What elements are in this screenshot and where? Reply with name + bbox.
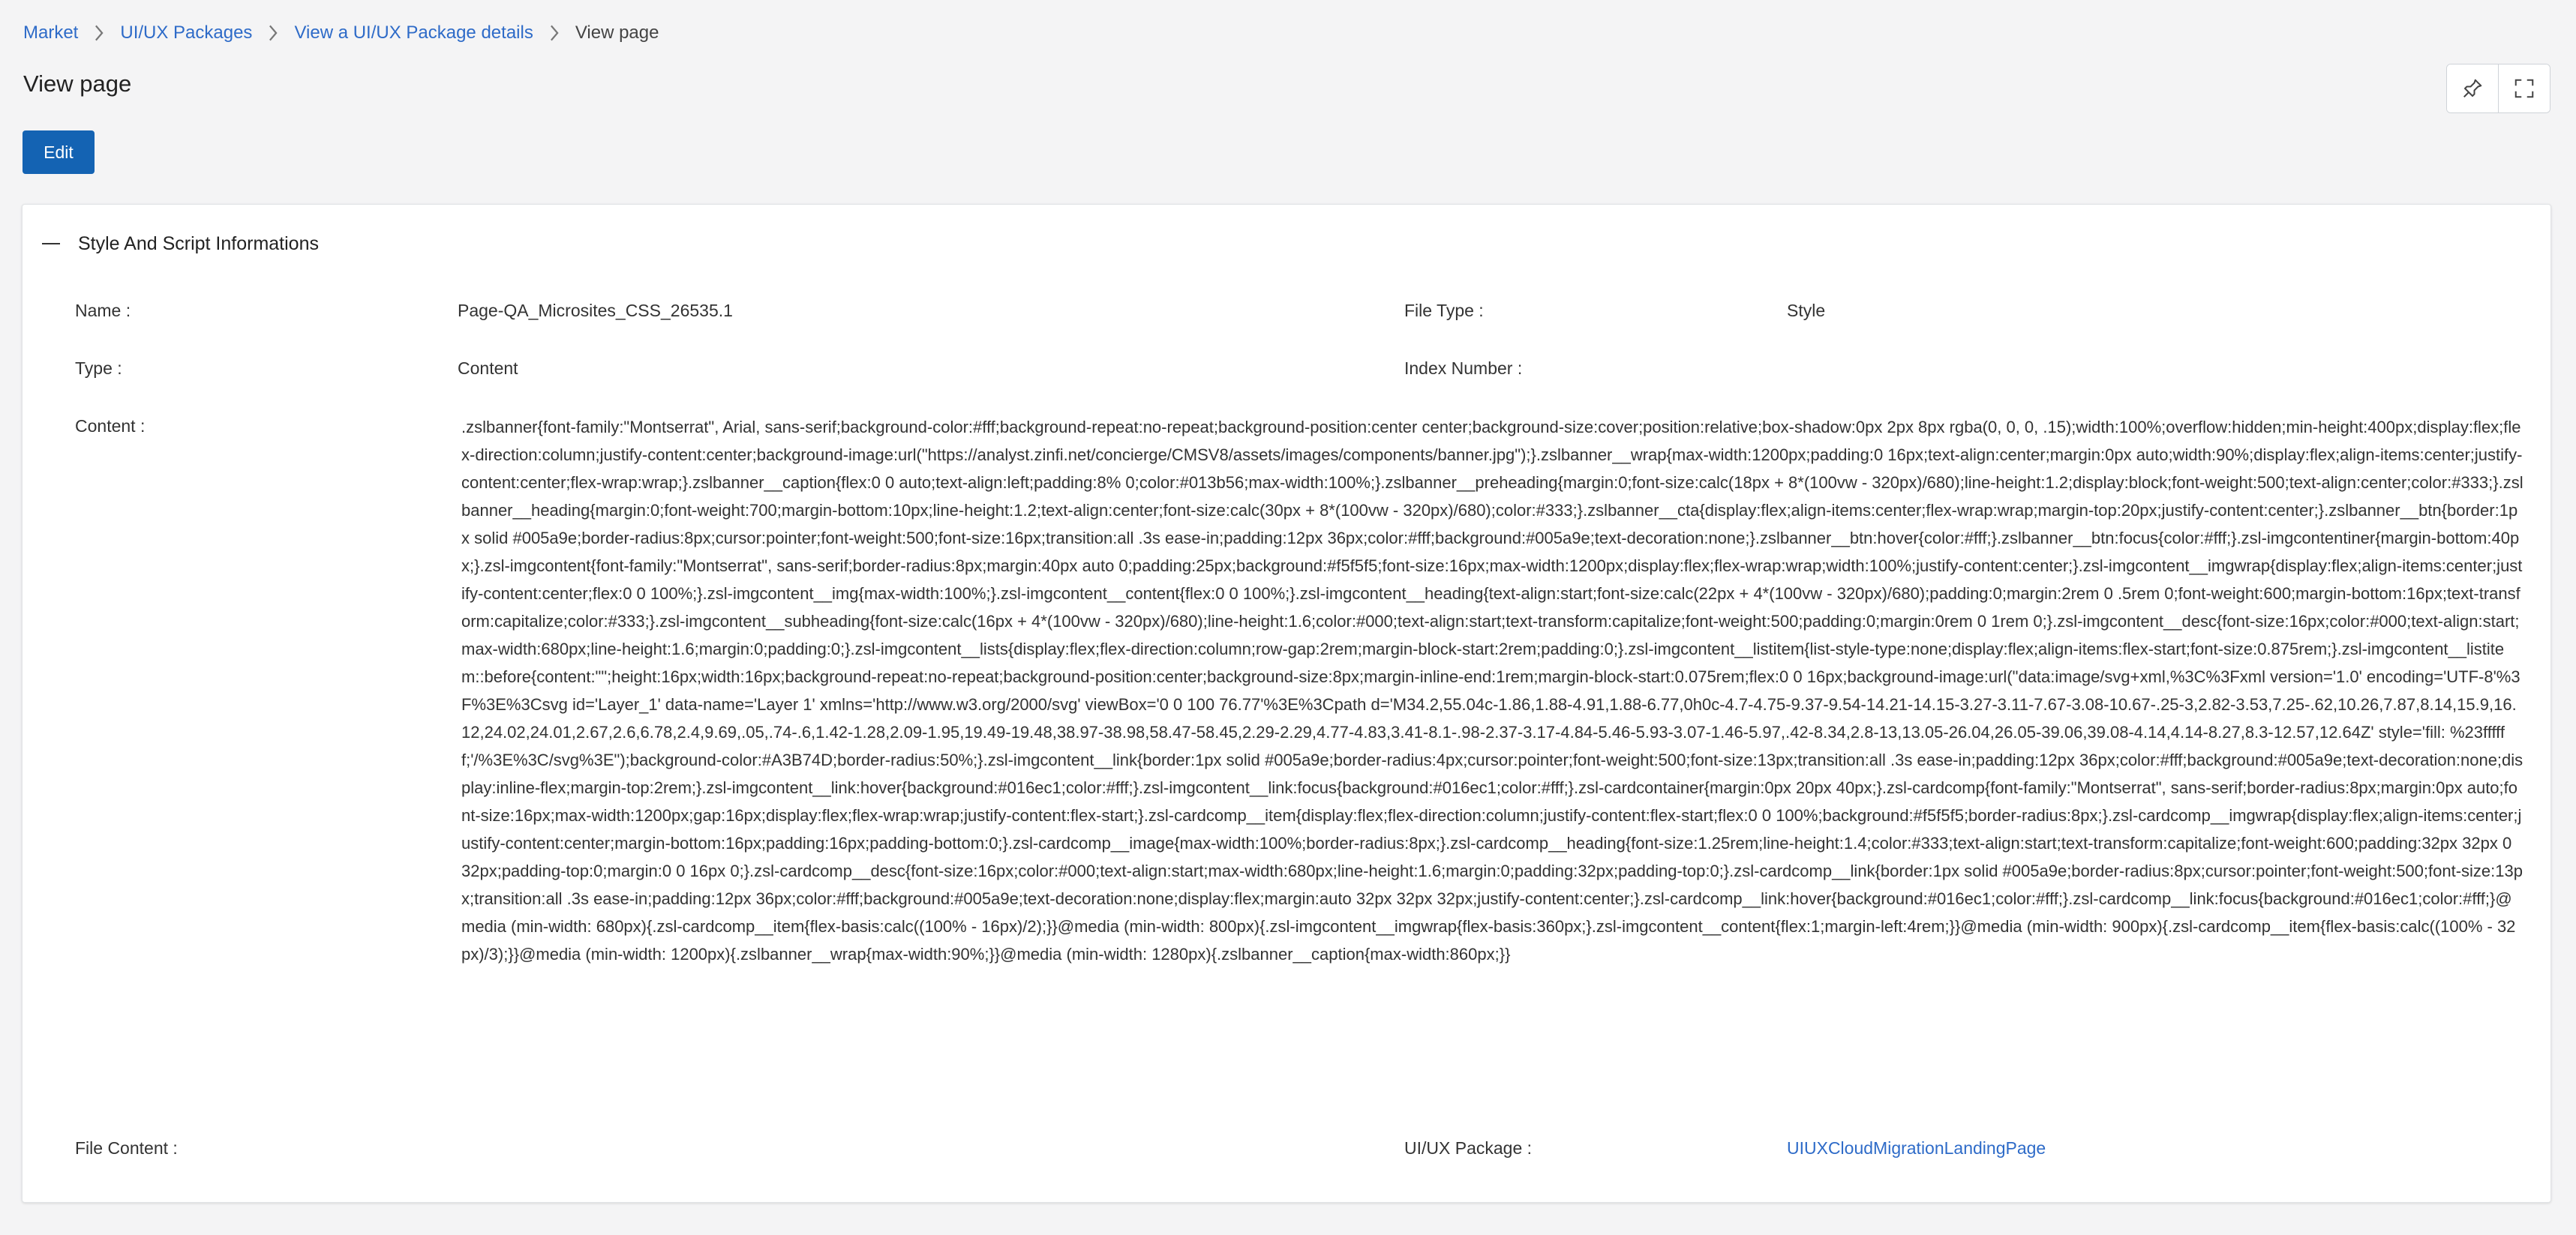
- type-value: Content: [458, 358, 518, 378]
- type-label: Type :: [75, 358, 122, 378]
- chevron-right-icon: [533, 25, 575, 41]
- breadcrumb: Market UI/UX Packages View a UI/UX Packa…: [23, 19, 659, 46]
- page-title: View page: [23, 70, 132, 97]
- content-value: .zslbanner{font-family:"Montserrat", Ari…: [461, 418, 2523, 964]
- style-script-panel: Style And Script Informations Name : Pag…: [22, 204, 2551, 1203]
- content-label: Content :: [75, 416, 146, 436]
- file-content-label: File Content :: [75, 1138, 178, 1158]
- title-actions: [2446, 64, 2550, 113]
- pin-icon: [2463, 79, 2482, 97]
- edit-button[interactable]: Edit: [23, 130, 95, 174]
- breadcrumb-current: View page: [575, 22, 659, 43]
- breadcrumb-uiux-packages[interactable]: UI/UX Packages: [120, 22, 252, 43]
- panel-title: Style And Script Informations: [78, 232, 319, 254]
- expand-icon: [2514, 79, 2534, 98]
- minus-icon: [42, 243, 60, 244]
- breadcrumb-market[interactable]: Market: [23, 22, 78, 43]
- expand-button[interactable]: [2498, 64, 2550, 112]
- uiux-package-label: UI/UX Package :: [1404, 1138, 1533, 1158]
- file-type-value: Style: [1787, 301, 1826, 320]
- pin-button[interactable]: [2447, 64, 2498, 112]
- chevron-right-icon: [78, 25, 120, 41]
- panel-header[interactable]: Style And Script Informations: [42, 229, 319, 259]
- uiux-package-link[interactable]: UIUXCloudMigrationLandingPage: [1787, 1138, 2046, 1159]
- name-value: Page-QA_Microsites_CSS_26535.1: [458, 301, 733, 320]
- page: Market UI/UX Packages View a UI/UX Packa…: [0, 0, 2576, 1235]
- index-number-label: Index Number :: [1404, 358, 1523, 378]
- breadcrumb-package-details[interactable]: View a UI/UX Package details: [294, 22, 533, 43]
- chevron-right-icon: [252, 25, 294, 41]
- name-label: Name :: [75, 301, 131, 320]
- file-type-label: File Type :: [1404, 301, 1484, 320]
